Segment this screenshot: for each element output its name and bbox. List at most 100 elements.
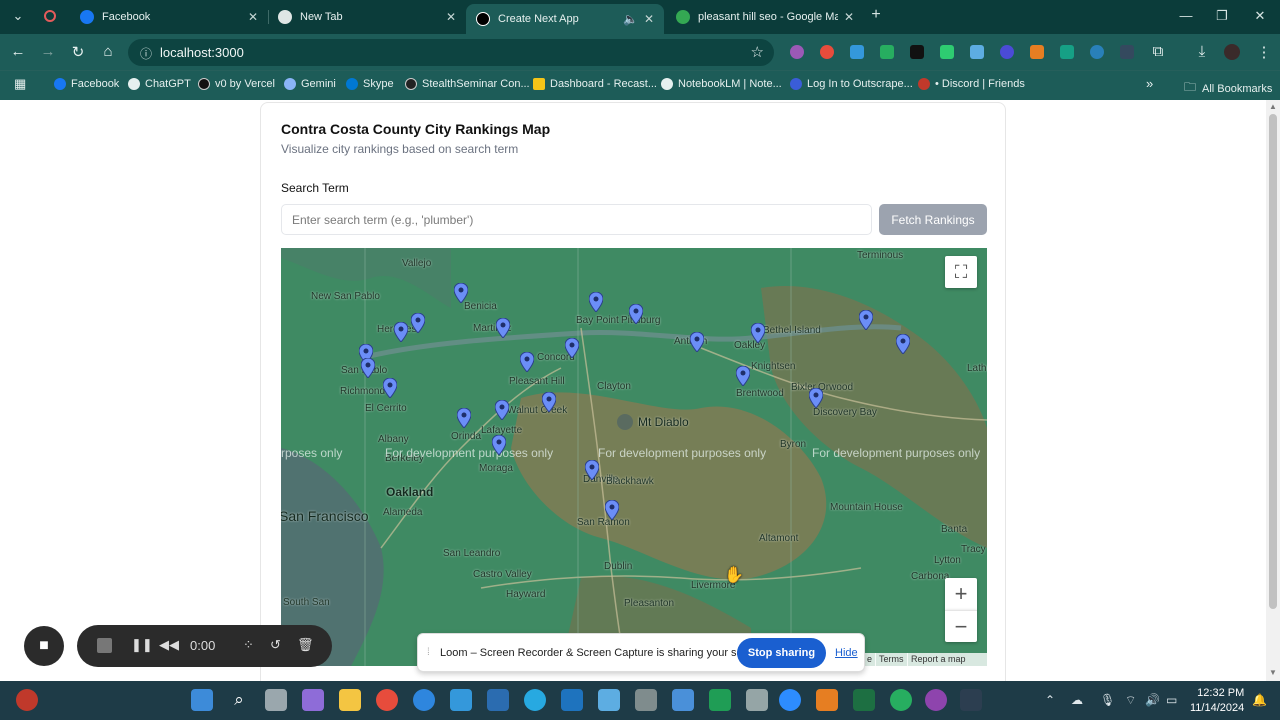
- volume-icon[interactable]: 🔊: [1145, 693, 1160, 707]
- map-pin-icon[interactable]: [896, 334, 910, 354]
- search-input[interactable]: [281, 204, 872, 235]
- drag-handle-icon[interactable]: ⁞: [427, 647, 430, 658]
- extension-icon[interactable]: [970, 45, 984, 59]
- tab-facebook[interactable]: Facebook ✕: [70, 4, 268, 30]
- terms-link[interactable]: Terms: [875, 653, 908, 666]
- extensions-puzzle-icon[interactable]: ⧉: [1148, 43, 1168, 60]
- map-pin-icon[interactable]: [809, 388, 823, 408]
- extension-icon[interactable]: [1030, 45, 1044, 59]
- tab-search-icon[interactable]: ⌄: [8, 8, 28, 24]
- chevron-up-icon[interactable]: ⌃: [1045, 693, 1055, 707]
- bookmark-stealthseminar[interactable]: StealthSeminar Con...: [405, 78, 530, 90]
- map-pin-icon[interactable]: [454, 283, 468, 303]
- forward-arrow-icon[interactable]: →: [38, 43, 58, 60]
- map-pin-icon[interactable]: [605, 500, 619, 520]
- scroll-down-icon[interactable]: ▼: [1269, 668, 1277, 677]
- more-bookmarks-chevron-icon[interactable]: »: [1146, 76, 1153, 91]
- bookmark-star-icon[interactable]: ☆: [751, 43, 764, 61]
- fetch-rankings-button[interactable]: Fetch Rankings: [879, 204, 987, 235]
- extension-icon[interactable]: [940, 45, 954, 59]
- tab-new-tab[interactable]: New Tab ✕: [268, 4, 466, 30]
- file-explorer-icon[interactable]: [339, 689, 361, 711]
- map-pin-icon[interactable]: [565, 338, 579, 358]
- extension-icon[interactable]: [910, 45, 924, 59]
- app-icon[interactable]: [672, 689, 694, 711]
- all-bookmarks[interactable]: 🗀 All Bookmarks: [1184, 78, 1272, 99]
- zoom-icon[interactable]: [779, 689, 801, 711]
- map-pin-icon[interactable]: [520, 352, 534, 372]
- copilot-icon[interactable]: [302, 689, 324, 711]
- app-icon[interactable]: [16, 689, 38, 711]
- menu-kebab-icon[interactable]: ⋮: [1254, 43, 1274, 61]
- windows-start-icon[interactable]: [191, 689, 213, 711]
- restore-icon[interactable]: ❐: [1212, 8, 1232, 24]
- map-pin-icon[interactable]: [542, 392, 556, 412]
- bookmark-gemini[interactable]: Gemini: [284, 78, 336, 90]
- map-pin-icon[interactable]: [496, 318, 510, 338]
- map-pin-icon[interactable]: [859, 310, 873, 330]
- stop-recording-icon[interactable]: [97, 638, 112, 653]
- scroll-up-icon[interactable]: ▲: [1269, 102, 1277, 111]
- extension-icon[interactable]: [880, 45, 894, 59]
- report-map-error-link[interactable]: Report a map error: [907, 653, 987, 666]
- extension-icon[interactable]: [790, 45, 804, 59]
- speaker-icon[interactable]: 🔈: [623, 12, 638, 26]
- app-icon[interactable]: [816, 689, 838, 711]
- apps-grid-icon[interactable]: ▦: [14, 76, 26, 92]
- stop-sharing-button[interactable]: Stop sharing: [737, 638, 826, 668]
- app-icon[interactable]: [709, 689, 731, 711]
- camera-icon[interactable]: ■: [24, 626, 64, 666]
- pause-icon[interactable]: ❚❚: [131, 637, 153, 653]
- hide-link[interactable]: Hide: [835, 647, 858, 659]
- fullscreen-icon[interactable]: ⛶: [945, 256, 977, 288]
- chrome-icon[interactable]: [376, 689, 398, 711]
- app-icon[interactable]: [890, 689, 912, 711]
- app-icon[interactable]: [746, 689, 768, 711]
- bookmark-outscraper[interactable]: Log In to Outscrape...: [790, 78, 913, 90]
- wifi-icon[interactable]: ⌔: [1125, 693, 1136, 708]
- new-tab-plus-icon[interactable]: +: [866, 6, 886, 24]
- back-arrow-icon[interactable]: ←: [8, 43, 28, 60]
- download-icon[interactable]: ⤓: [1192, 43, 1212, 60]
- notepad-icon[interactable]: [598, 689, 620, 711]
- map-pin-icon[interactable]: [495, 400, 509, 420]
- app-icon[interactable]: [487, 689, 509, 711]
- map-pin-icon[interactable]: [457, 408, 471, 428]
- extension-icon[interactable]: [1120, 45, 1134, 59]
- map-pin-icon[interactable]: [736, 366, 750, 386]
- map-pin-icon[interactable]: [411, 313, 425, 333]
- rewind-icon[interactable]: ◀◀: [159, 637, 179, 653]
- tab-google-maps[interactable]: pleasant hill seo - Google Maps ✕: [666, 4, 864, 30]
- close-icon[interactable]: ✕: [844, 10, 854, 24]
- map-pin-icon[interactable]: [383, 378, 397, 398]
- address-bar[interactable]: ⓘ localhost:3000 ☆: [128, 39, 774, 66]
- map-pin-icon[interactable]: [629, 304, 643, 324]
- map-pin-icon[interactable]: [690, 332, 704, 352]
- extension-icon[interactable]: [1090, 45, 1104, 59]
- avatar[interactable]: [1224, 44, 1240, 60]
- restart-icon[interactable]: ↺: [270, 637, 281, 653]
- app-icon[interactable]: [524, 689, 546, 711]
- map-pin-icon[interactable]: [751, 323, 765, 343]
- outlook-icon[interactable]: [561, 689, 583, 711]
- scroll-thumb[interactable]: [1269, 114, 1277, 609]
- close-icon[interactable]: ✕: [248, 10, 258, 24]
- cloud-icon[interactable]: ☁: [1071, 693, 1083, 707]
- task-view-icon[interactable]: [265, 689, 287, 711]
- close-icon[interactable]: ✕: [644, 12, 654, 26]
- edge-icon[interactable]: [413, 689, 435, 711]
- bookmark-dashboard[interactable]: Dashboard - Recast...: [533, 78, 657, 90]
- page-scrollbar[interactable]: ▲ ▼: [1266, 100, 1280, 681]
- bookmark-skype[interactable]: Skype: [346, 78, 394, 90]
- system-clock[interactable]: 12:32 PM 11/14/2024: [1190, 686, 1244, 716]
- home-icon[interactable]: ⌂: [98, 43, 118, 60]
- map-pin-icon[interactable]: [585, 460, 599, 480]
- zoom-out-button[interactable]: −: [945, 610, 977, 642]
- map[interactable]: Vallejo New San Pablo Benicia Martinez B…: [281, 248, 987, 666]
- extension-icon[interactable]: [1000, 45, 1014, 59]
- terminal-icon[interactable]: [960, 689, 982, 711]
- map-pin-icon[interactable]: [492, 435, 506, 455]
- bookmark-chatgpt[interactable]: ChatGPT: [128, 78, 191, 90]
- bookmark-discord[interactable]: • Discord | Friends: [918, 78, 1025, 90]
- app-icon[interactable]: [925, 689, 947, 711]
